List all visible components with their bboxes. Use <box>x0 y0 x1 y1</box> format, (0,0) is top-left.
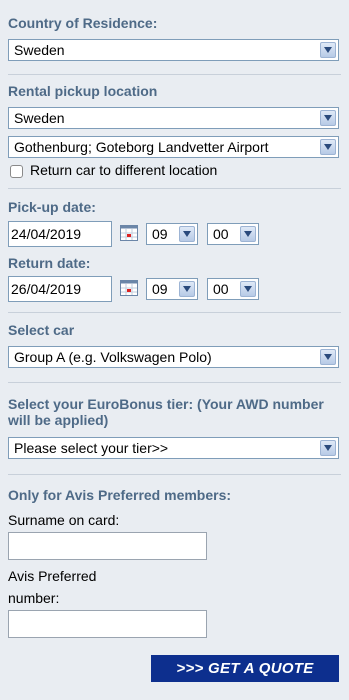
return-different-checkbox[interactable] <box>10 165 23 178</box>
country-select[interactable]: Sweden <box>8 39 339 61</box>
return-hour-select[interactable]: 09 <box>146 278 198 300</box>
pickup-country-value: Sweden <box>14 110 65 126</box>
avis-title: Only for Avis Preferred members: <box>8 487 232 503</box>
car-select[interactable]: Group A (e.g. Volkswagen Polo) <box>8 346 339 368</box>
chevron-down-icon <box>240 281 256 297</box>
divider <box>8 188 341 189</box>
return-minute-select[interactable]: 00 <box>207 278 259 300</box>
pickup-title: Rental pickup location <box>8 83 158 99</box>
divider <box>8 382 341 383</box>
pickup-location-select[interactable]: Gothenburg; Goteborg Landvetter Airport <box>8 136 339 158</box>
chevron-down-icon <box>320 42 336 58</box>
calendar-icon[interactable] <box>120 225 138 241</box>
chevron-down-icon <box>179 226 195 242</box>
return-date-title: Return date: <box>8 255 91 271</box>
surname-input[interactable] <box>8 532 207 560</box>
chevron-down-icon <box>240 226 256 242</box>
return-date-input[interactable]: 26/04/2019 <box>8 276 112 302</box>
avis-number-label-line2: number: <box>8 590 60 606</box>
calendar-icon[interactable] <box>120 280 138 296</box>
car-title: Select car <box>8 322 75 338</box>
pickup-date-title: Pick-up date: <box>8 199 96 215</box>
get-quote-button[interactable]: >>> GET A QUOTE <box>151 655 339 682</box>
divider <box>8 474 341 475</box>
pickup-hour-select[interactable]: 09 <box>146 223 198 245</box>
return-minute-value: 00 <box>213 281 229 297</box>
country-select-value: Sweden <box>14 42 65 58</box>
chevron-down-icon <box>179 281 195 297</box>
avis-number-label-line1: Avis Preferred <box>8 568 97 584</box>
car-select-value: Group A (e.g. Volkswagen Polo) <box>14 349 212 365</box>
avis-number-input[interactable] <box>8 610 207 638</box>
pickup-date-input[interactable]: 24/04/2019 <box>8 221 112 247</box>
pickup-minute-select[interactable]: 00 <box>207 223 259 245</box>
return-hour-value: 09 <box>152 281 168 297</box>
divider <box>8 74 341 75</box>
divider <box>8 312 341 313</box>
eurobonus-select-value: Please select your tier>> <box>14 440 169 456</box>
chevron-down-icon <box>320 139 336 155</box>
eurobonus-select[interactable]: Please select your tier>> <box>8 437 339 459</box>
chevron-down-icon <box>320 440 336 456</box>
eurobonus-title: Select your EuroBonus tier: (Your AWD nu… <box>8 396 324 428</box>
return-different-label: Return car to different location <box>30 162 218 178</box>
surname-label: Surname on card: <box>8 512 120 528</box>
chevron-down-icon <box>320 110 336 126</box>
pickup-minute-value: 00 <box>213 226 229 242</box>
chevron-down-icon <box>320 349 336 365</box>
pickup-hour-value: 09 <box>152 226 168 242</box>
pickup-location-value: Gothenburg; Goteborg Landvetter Airport <box>14 139 269 155</box>
pickup-country-select[interactable]: Sweden <box>8 107 339 129</box>
country-title: Country of Residence: <box>8 15 158 31</box>
